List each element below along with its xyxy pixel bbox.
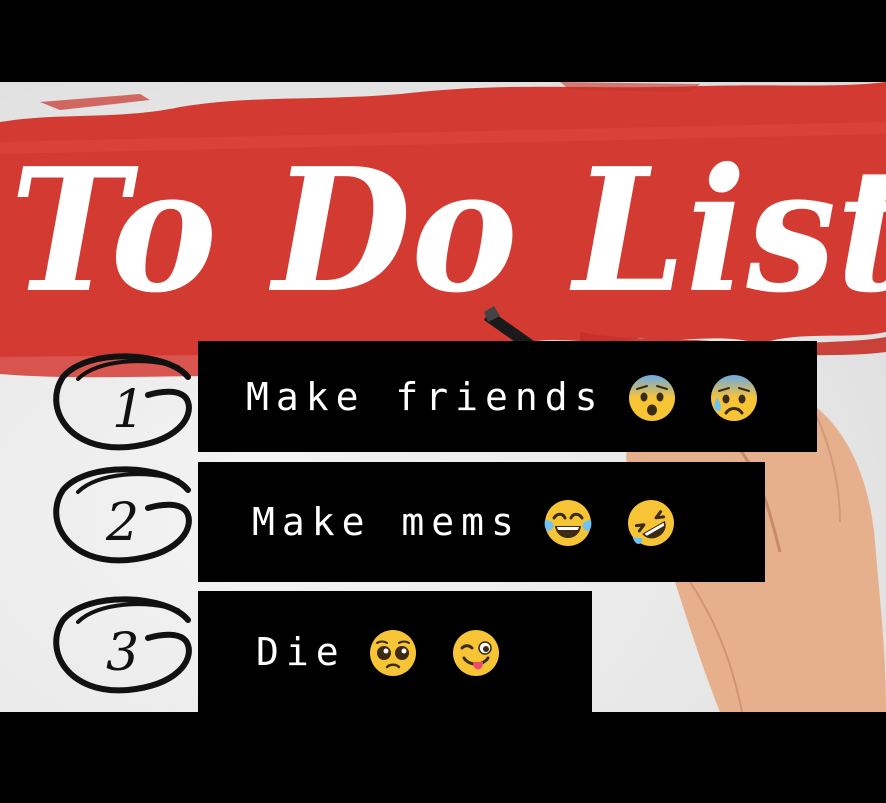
todo-item-text: Die: [256, 629, 346, 674]
number-label-2: 2: [105, 493, 139, 553]
number-circle-1: 1: [53, 353, 192, 451]
emoji-group: [627, 371, 764, 423]
anxious-sweat-face-icon: [711, 374, 758, 421]
rolling-laughing-face-icon: [627, 500, 674, 546]
todo-item-text: Make friends: [246, 374, 605, 419]
pleading-face-icon: [369, 629, 416, 676]
number-label-3: 3: [106, 623, 139, 683]
todo-item-3: Die: [198, 591, 592, 712]
number-circle-3: 3: [53, 596, 192, 694]
todo-item-2: Make mems: [198, 462, 765, 582]
tears-of-joy-face-icon: [544, 500, 592, 546]
number-label-1: 1: [112, 380, 145, 440]
emoji-group: [368, 626, 505, 678]
todo-item-1: Make friends: [198, 341, 817, 452]
winking-tongue-face-icon: [452, 629, 499, 676]
anxious-face-icon: [628, 374, 675, 421]
meme-frame: To Do List 1 2 3 Make friends Make mems …: [0, 0, 886, 803]
number-circle-2: 2: [53, 466, 192, 564]
emoji-group: [543, 496, 680, 548]
todo-item-text: Make mems: [252, 500, 521, 544]
